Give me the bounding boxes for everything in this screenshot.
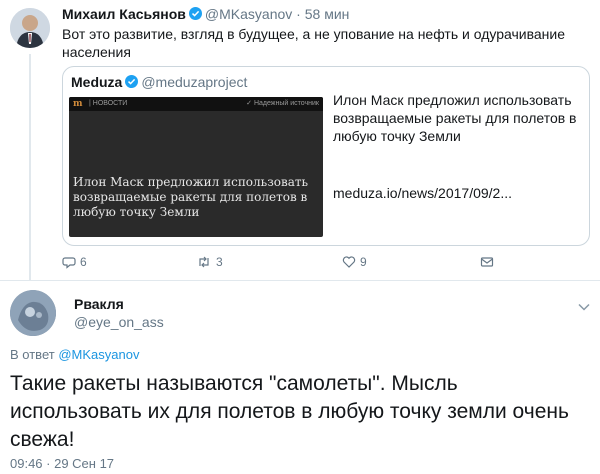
preview-section-label: | НОВОСТИ [89,100,128,107]
reply-author-name[interactable]: Рвакля [74,296,124,312]
parent-tweet[interactable]: Михаил Касьянов @MKasyanov · 58 мин Вот э… [0,0,600,280]
reply-count: 6 [80,255,87,269]
tweet-actions: 6 3 9 [62,255,590,275]
reply-button[interactable]: 6 [62,255,87,269]
link-preview-image[interactable]: m | НОВОСТИ ✓ Надежный источник Илон Мас… [69,97,323,237]
like-button[interactable]: 9 [342,255,367,269]
divider [0,280,600,281]
retweet-button[interactable]: 3 [196,255,223,269]
reply-author-handle[interactable]: @eye_on_ass [74,314,164,330]
thread-line [29,54,31,280]
quoted-tweet[interactable]: Meduza @meduzaproject m | НОВОСТИ ✓ Надеж… [62,66,590,246]
reply-text: Такие ракеты называются "самолеты". Мысл… [10,372,569,451]
envelope-icon [480,255,494,269]
avatar[interactable] [10,8,50,48]
direct-message-button[interactable] [480,255,494,269]
heart-icon [342,255,356,269]
avatar[interactable] [10,290,56,336]
like-count: 9 [360,255,367,269]
meduza-logo: m [73,99,83,109]
author-name[interactable]: Михаил Касьянов [62,6,186,22]
tweet-screen: Михаил Касьянов @MKasyanov · 58 мин Вот э… [0,0,600,474]
retweet-count: 3 [216,255,223,269]
verified-icon [125,75,139,88]
chevron-down-icon[interactable] [578,298,590,316]
reply-timestamp[interactable]: 09:46 · 29 Сен 17 [10,456,114,471]
author-handle[interactable]: @MKasyanov [205,6,292,22]
tweet-time[interactable]: 58 мин [305,6,350,22]
quoted-author-handle: @meduzaproject [141,74,248,90]
preview-image-headline: Илон Маск предложил использовать возвращ… [73,175,309,219]
preview-image-topbar: m | НОВОСТИ ✓ Надежный источник [69,97,323,111]
preview-source-label: ✓ Надежный источник [246,100,319,107]
quoted-tweet-text: Илон Маск предложил использовать возвращ… [333,92,577,144]
retweet-icon [196,255,212,269]
reply-icon [62,255,76,269]
verified-icon [188,7,202,20]
tweet-text: Вот это развитие, взгляд в будущее, а не… [62,26,565,60]
quoted-tweet-link[interactable]: meduza.io/news/2017/09/2... [333,185,587,201]
in-reply-to: В ответ @MKasyanov [10,347,139,362]
separator: · [296,6,301,22]
in-reply-prefix: В ответ [10,347,55,362]
quoted-tweet-header: Meduza @meduzaproject [71,74,247,90]
tweet-header: Михаил Касьянов @MKasyanov · 58 мин [62,6,349,22]
quoted-author-name: Meduza [71,74,123,90]
in-reply-mention[interactable]: @MKasyanov [58,347,139,362]
